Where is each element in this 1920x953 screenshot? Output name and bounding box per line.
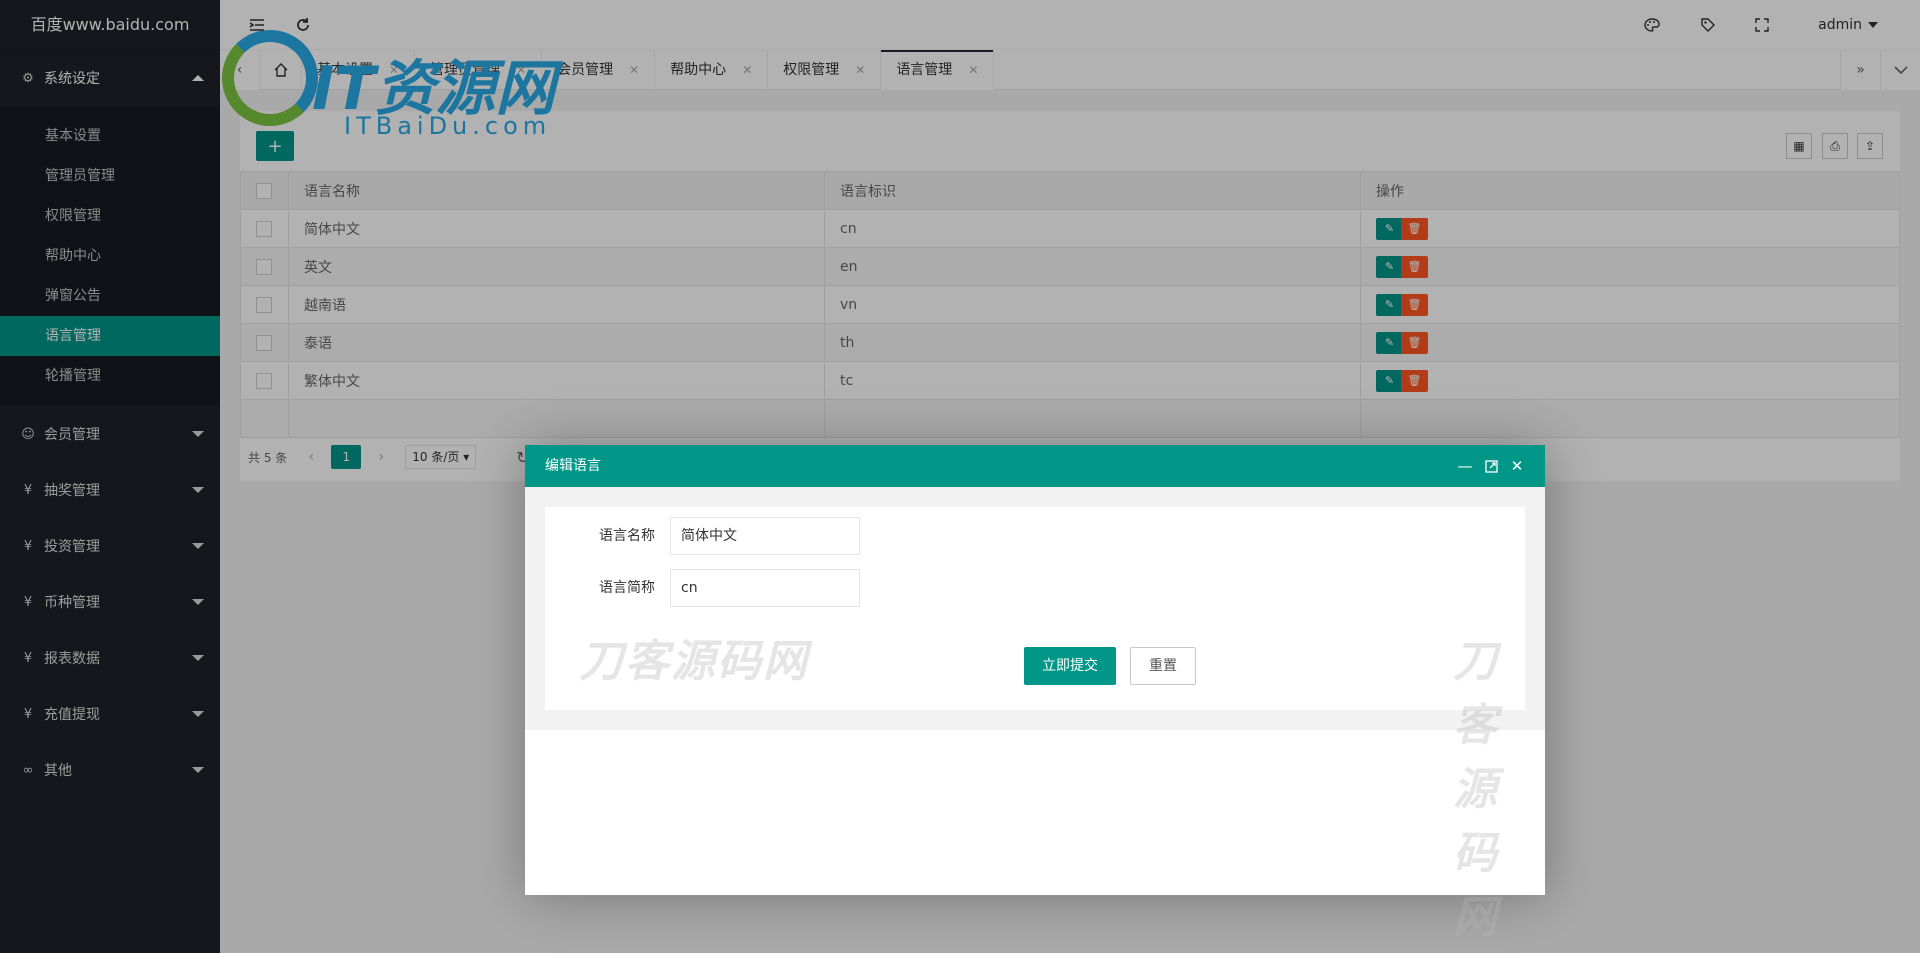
form-row-language-abbr: 语言简称 cn bbox=[545, 569, 1525, 607]
edit-language-dialog: 编辑语言 — ✕ 语言名称 简体中文 语言简称 cn 刀客源码网 刀客源码网 立… bbox=[525, 445, 1545, 943]
reset-button[interactable]: 重置 bbox=[1130, 647, 1196, 685]
field-label: 语言名称 bbox=[599, 528, 655, 544]
form-row-language-name: 语言名称 简体中文 bbox=[545, 517, 1525, 555]
maximize-button[interactable] bbox=[1479, 445, 1503, 487]
submit-button[interactable]: 立即提交 bbox=[1024, 647, 1116, 685]
watermark-text: 刀客源码网 bbox=[579, 636, 809, 687]
maximize-icon bbox=[1484, 459, 1498, 473]
edit-form: 语言名称 简体中文 语言简称 cn 刀客源码网 刀客源码网 立即提交 重置 bbox=[545, 507, 1525, 943]
minimize-icon: — bbox=[1457, 457, 1473, 475]
close-dialog-button[interactable]: ✕ bbox=[1505, 445, 1529, 487]
dialog-body: 语言名称 简体中文 语言简称 cn 刀客源码网 刀客源码网 立即提交 重置 bbox=[525, 487, 1545, 943]
watermark-text: 刀客源码网 bbox=[1453, 636, 1499, 943]
language-abbr-input[interactable]: cn bbox=[670, 569, 860, 607]
language-name-input[interactable]: 简体中文 bbox=[670, 517, 860, 555]
field-label: 语言简称 bbox=[599, 580, 655, 596]
close-icon: ✕ bbox=[1510, 457, 1524, 475]
dialog-title: 编辑语言 bbox=[545, 458, 601, 474]
dialog-titlebar: 编辑语言 — ✕ bbox=[525, 445, 1545, 487]
minimize-button[interactable]: — bbox=[1453, 445, 1477, 487]
